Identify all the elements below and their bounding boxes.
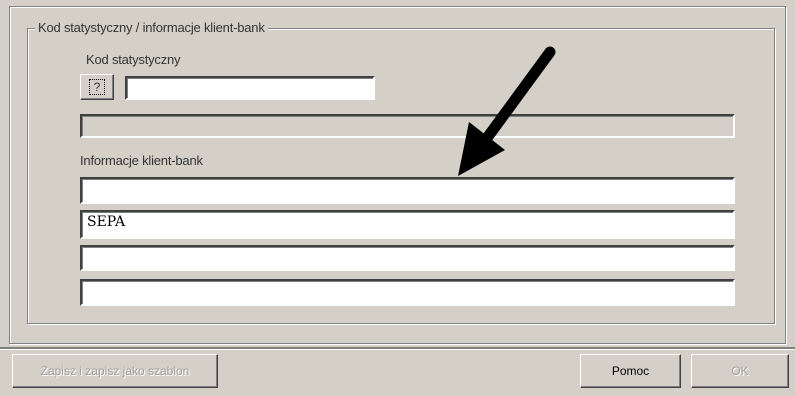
arrow-pointer-icon: [458, 46, 556, 176]
save-as-template-button[interactable]: Zapisz i zapisz jako szablon: [12, 354, 218, 388]
ok-button[interactable]: OK: [691, 354, 789, 388]
stat-code-description-field: [80, 114, 735, 138]
stat-code-input[interactable]: [125, 76, 375, 100]
lookup-button-label: ?: [88, 79, 106, 95]
group-title: Kod statystyczny / informacje klient-ban…: [35, 20, 268, 35]
client-bank-label: Informacje klient-bank: [80, 153, 203, 168]
save-as-template-label: Zapisz i zapisz jako szablon: [40, 364, 190, 378]
help-button[interactable]: Pomoc: [580, 354, 681, 388]
stat-code-lookup-button[interactable]: ?: [80, 74, 114, 100]
client-bank-line-3[interactable]: [80, 245, 735, 271]
help-button-label: Pomoc: [611, 364, 650, 378]
footer-divider: [0, 347, 795, 350]
client-bank-line-2[interactable]: SEPA: [80, 210, 735, 239]
client-bank-line-1[interactable]: [80, 177, 735, 204]
client-bank-line-4[interactable]: [80, 279, 735, 306]
ok-button-label: OK: [731, 364, 749, 378]
stat-code-label: Kod statystyczny: [86, 52, 181, 67]
